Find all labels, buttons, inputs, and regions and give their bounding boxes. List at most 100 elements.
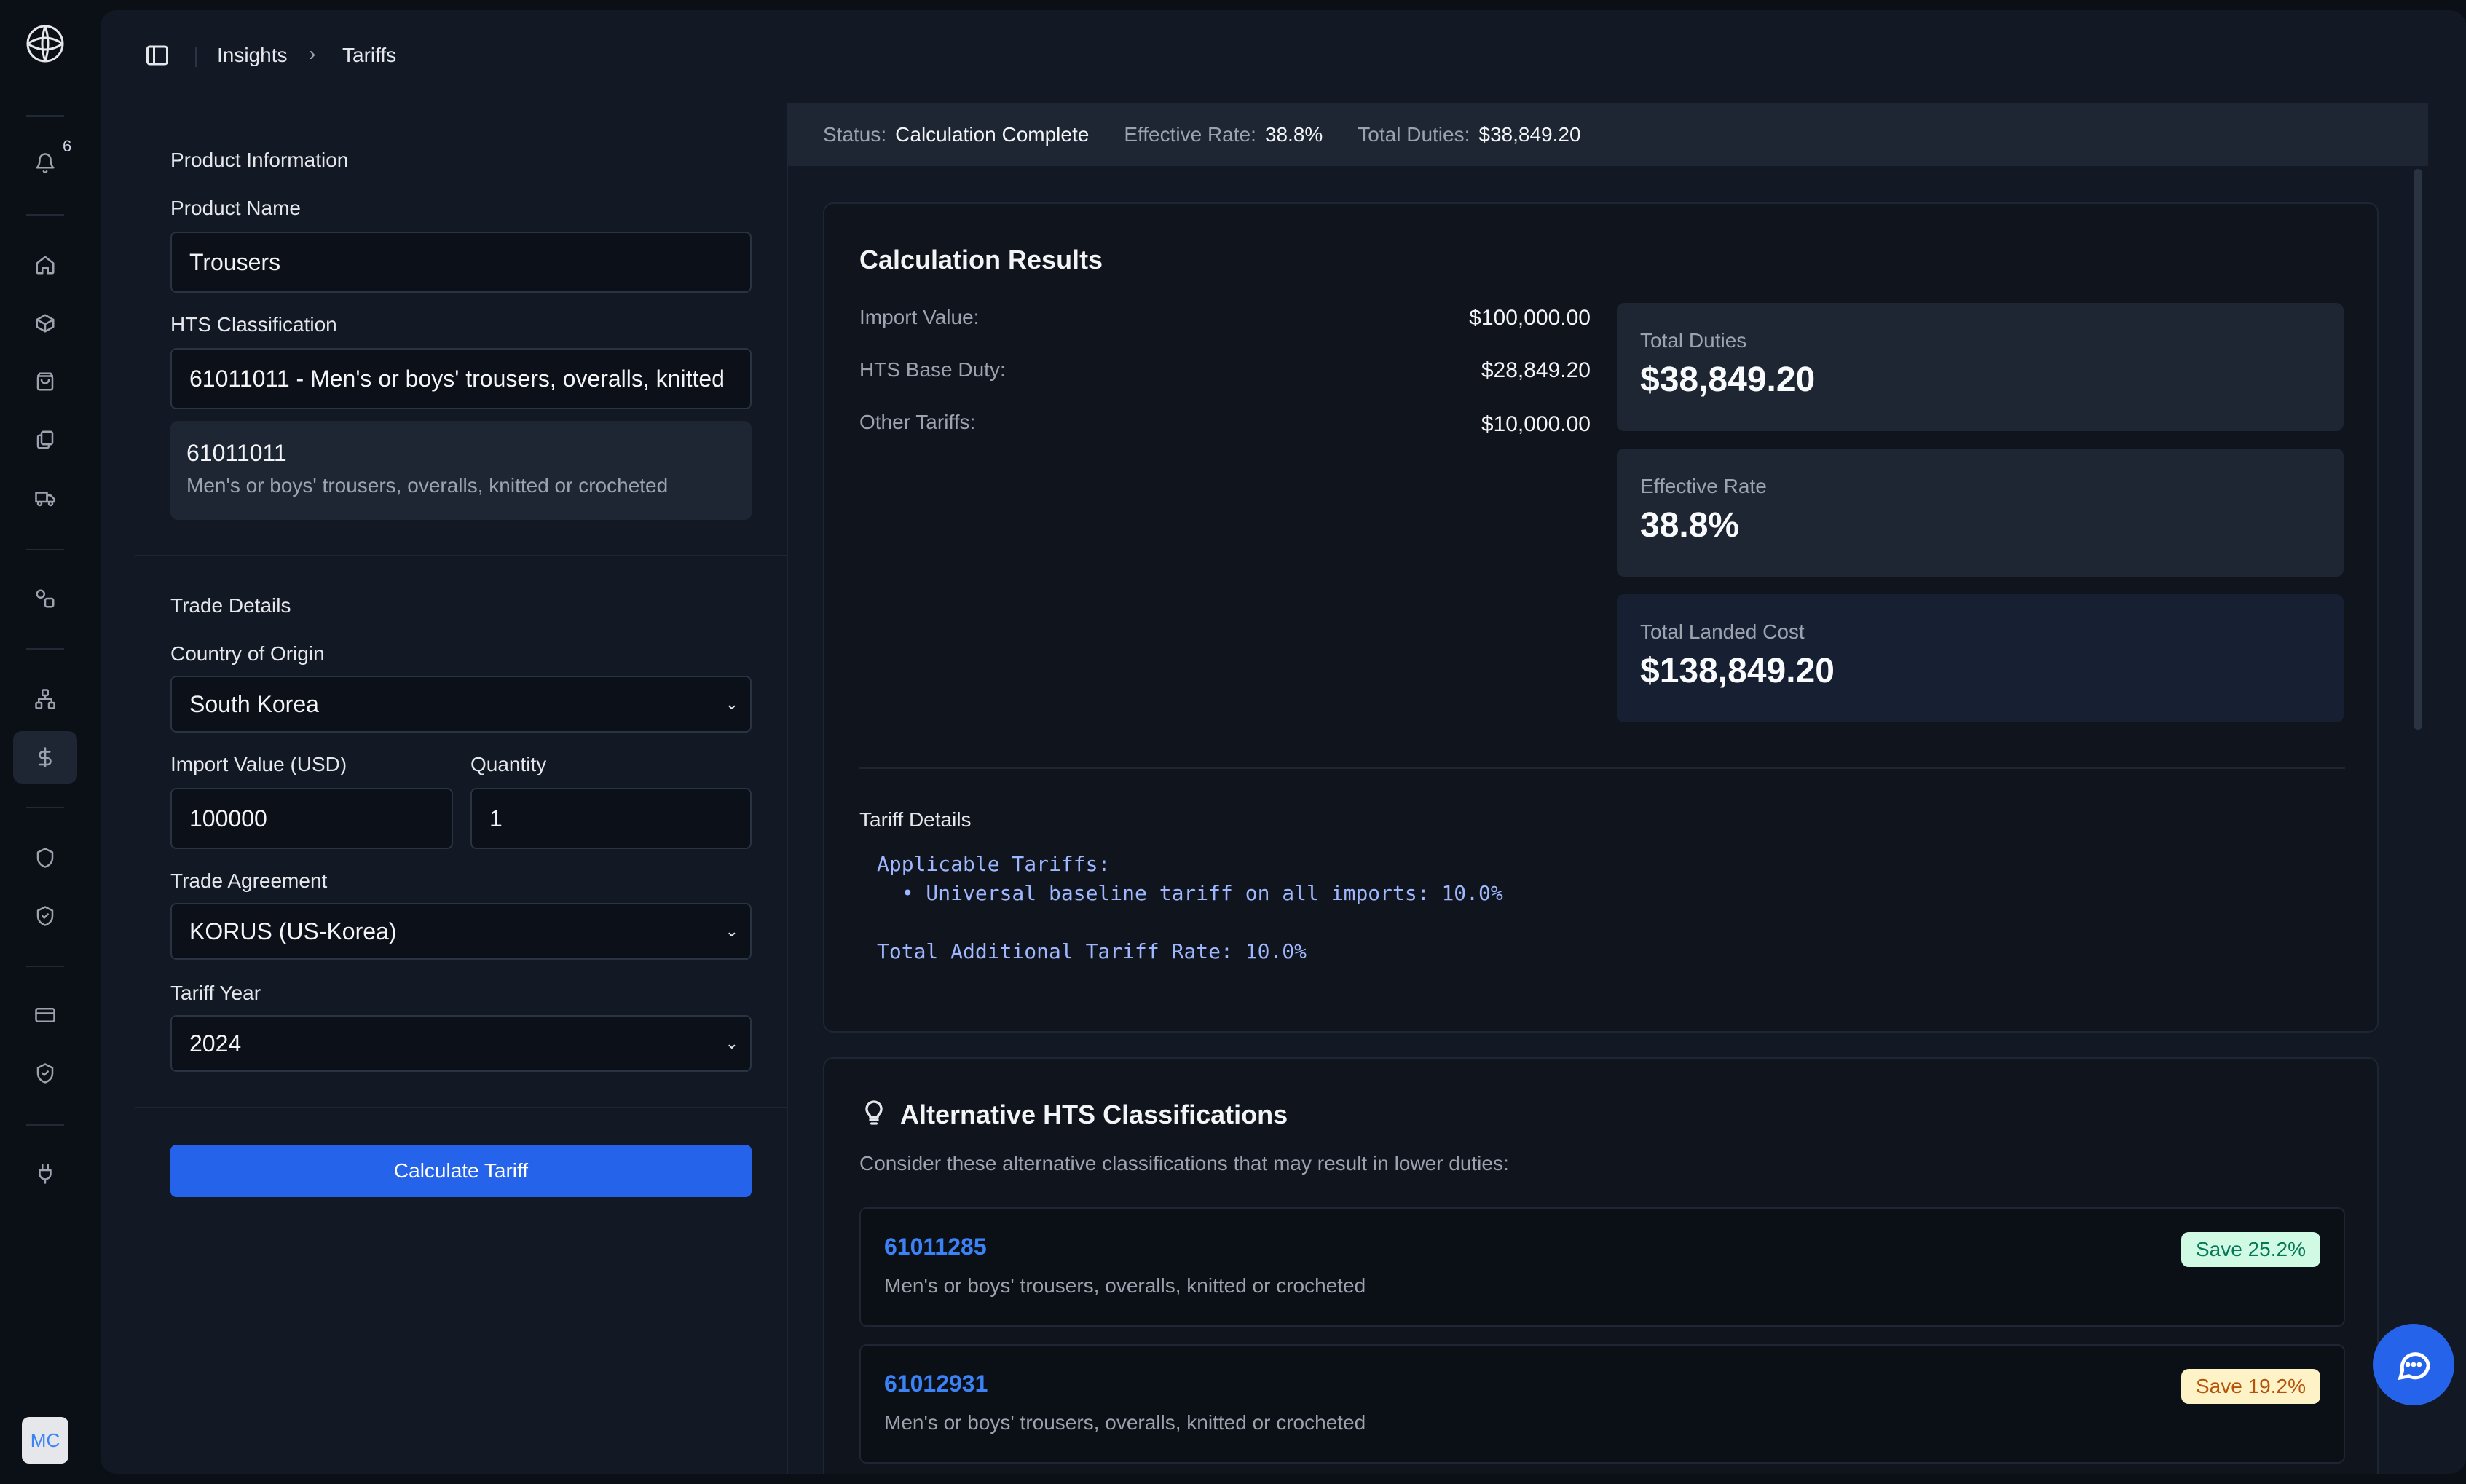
- bell-icon[interactable]: [29, 147, 61, 179]
- network-icon[interactable]: [29, 683, 61, 715]
- results-title: Calculation Results: [859, 245, 1103, 275]
- stat-value: $38,849.20: [1640, 360, 1816, 399]
- alternative-item[interactable]: 61011285 Men's or boys' trousers, overal…: [859, 1207, 2345, 1327]
- status-item: Status: Calculation Complete: [823, 123, 1089, 146]
- alternative-code[interactable]: 61011285: [884, 1234, 987, 1260]
- product-info-title: Product Information: [170, 149, 349, 171]
- suggestion-description: Men's or boys' trousers, overalls, knitt…: [186, 474, 669, 497]
- effective-rate-stat: Effective Rate 38.8%: [1617, 449, 2344, 577]
- chevron-down-icon: ⌄: [725, 1034, 738, 1052]
- lightbulb-icon: [859, 1098, 889, 1127]
- stat-label: Total Duties: [1640, 329, 1747, 352]
- rail-divider: [26, 1124, 64, 1126]
- tariff-details-title: Tariff Details: [859, 808, 972, 831]
- plug-icon[interactable]: [29, 1158, 61, 1190]
- product-name-input[interactable]: Trousers: [170, 232, 752, 293]
- duties-item: Total Duties: $38,849.20: [1358, 123, 1580, 146]
- hts-suggestion[interactable]: 61011011 Men's or boys' trousers, overal…: [170, 421, 752, 520]
- base-duty-row-value: $28,849.20: [1481, 358, 1591, 382]
- shopping-bag-icon[interactable]: [29, 366, 61, 398]
- total-duties-stat: Total Duties $38,849.20: [1617, 303, 2344, 431]
- box-icon[interactable]: [29, 307, 61, 339]
- rail-divider: [26, 115, 64, 117]
- credit-card-icon[interactable]: [29, 999, 61, 1031]
- hts-value: 61011011 - Men's or boys' trousers, over…: [189, 365, 725, 392]
- logo-icon[interactable]: [23, 22, 67, 66]
- import-value-input[interactable]: 100000: [170, 788, 453, 849]
- savings-badge: Save 19.2%: [2181, 1369, 2320, 1404]
- status-bar: Status: Calculation Complete Effective Ra…: [788, 103, 2428, 166]
- alternatives-subtitle: Consider these alternative classificatio…: [859, 1152, 1509, 1175]
- duties-key: Total Duties:: [1358, 123, 1470, 146]
- alternatives-title: Alternative HTS Classifications: [900, 1100, 1288, 1129]
- quantity-label: Quantity: [470, 753, 547, 775]
- quantity-value: 1: [489, 805, 503, 832]
- shield-check-icon[interactable]: [29, 900, 61, 932]
- status-key: Status:: [823, 123, 887, 146]
- documents-icon[interactable]: [29, 424, 61, 456]
- country-value: South Korea: [189, 690, 319, 717]
- trade-agreement-select[interactable]: KORUS (US-Korea) ⌄: [170, 903, 752, 960]
- dollar-icon[interactable]: [29, 741, 61, 773]
- top-bar: Insights › Tariffs: [101, 10, 2466, 103]
- stat-label: Total Landed Cost: [1640, 620, 1805, 643]
- suggestion-code: 61011011: [186, 440, 287, 466]
- quantity-input[interactable]: 1: [470, 788, 752, 849]
- trade-details-title: Trade Details: [170, 594, 291, 617]
- rail-divider: [26, 807, 64, 808]
- chevron-down-icon: ⌄: [725, 695, 738, 713]
- tariff-line: Total Additional Tariff Rate: 10.0%: [877, 939, 1307, 963]
- rate-value: 38.8%: [1264, 123, 1323, 146]
- alternative-hts-card: Alternative HTS Classifications Consider…: [823, 1057, 2379, 1474]
- sidebar-toggle-icon[interactable]: [144, 42, 170, 68]
- notification-count: 6: [63, 137, 72, 155]
- alternative-description: Men's or boys' trousers, overalls, knitt…: [884, 1274, 1366, 1297]
- results-divider: [859, 767, 2345, 769]
- status-value: Calculation Complete: [895, 123, 1090, 146]
- scrollbar[interactable]: [2414, 169, 2422, 730]
- tariff-line: Applicable Tariffs:: [877, 852, 1111, 876]
- alternative-description: Men's or boys' trousers, overalls, knitt…: [884, 1411, 1366, 1434]
- country-select[interactable]: South Korea ⌄: [170, 676, 752, 733]
- alternative-code[interactable]: 61012931: [884, 1370, 988, 1397]
- chevron-down-icon: ⌄: [725, 922, 738, 940]
- product-name-value: Trousers: [189, 248, 281, 275]
- calculate-tariff-button[interactable]: Calculate Tariff: [170, 1145, 752, 1197]
- tariff-year-label: Tariff Year: [170, 982, 261, 1004]
- tariff-year-value: 2024: [189, 1030, 242, 1057]
- rate-item: Effective Rate: 38.8%: [1124, 123, 1323, 146]
- chat-button[interactable]: [2373, 1324, 2454, 1405]
- import-value-label: Import Value (USD): [170, 753, 347, 775]
- section-divider: [135, 555, 787, 556]
- shield-check-icon[interactable]: [29, 1057, 61, 1089]
- landed-cost-stat: Total Landed Cost $138,849.20: [1617, 594, 2344, 722]
- shapes-icon[interactable]: [29, 583, 61, 615]
- base-duty-row-label: HTS Base Duty:: [859, 358, 1006, 381]
- avatar[interactable]: MC: [22, 1417, 68, 1464]
- hts-classification-input[interactable]: 61011011 - Men's or boys' trousers, over…: [170, 348, 752, 409]
- calculation-results-card: Calculation Results Import Value: $100,0…: [823, 202, 2379, 1033]
- shield-icon[interactable]: [29, 842, 61, 874]
- icon-rail: 6 MC: [0, 0, 99, 1484]
- other-tariffs-row-label: Other Tariffs:: [859, 411, 976, 433]
- breadcrumb-insights[interactable]: Insights: [217, 44, 288, 67]
- rate-key: Effective Rate:: [1124, 123, 1256, 146]
- hts-label: HTS Classification: [170, 313, 337, 336]
- tariff-line: • Universal baseline tariff on all impor…: [877, 881, 1503, 905]
- other-tariffs-row-value: $10,000.00: [1481, 412, 1591, 436]
- stat-value: 38.8%: [1640, 506, 1740, 545]
- breadcrumb-tariffs: Tariffs: [342, 44, 397, 66]
- tariff-form-panel: Product Information Product Name Trouser…: [135, 103, 788, 1474]
- stat-value: $138,849.20: [1640, 652, 1835, 690]
- rail-divider: [26, 549, 64, 550]
- tariff-year-select[interactable]: 2024 ⌄: [170, 1015, 752, 1072]
- main-panel: Insights › Tariffs Product Information P…: [101, 10, 2466, 1474]
- truck-icon[interactable]: [29, 482, 61, 514]
- alternative-item[interactable]: 61012931 Men's or boys' trousers, overal…: [859, 1344, 2345, 1464]
- duties-value: $38,849.20: [1478, 123, 1581, 146]
- country-label: Country of Origin: [170, 642, 325, 665]
- topbar-divider: [195, 47, 197, 67]
- rail-divider: [26, 966, 64, 967]
- import-value: 100000: [189, 805, 267, 832]
- home-icon[interactable]: [29, 249, 61, 281]
